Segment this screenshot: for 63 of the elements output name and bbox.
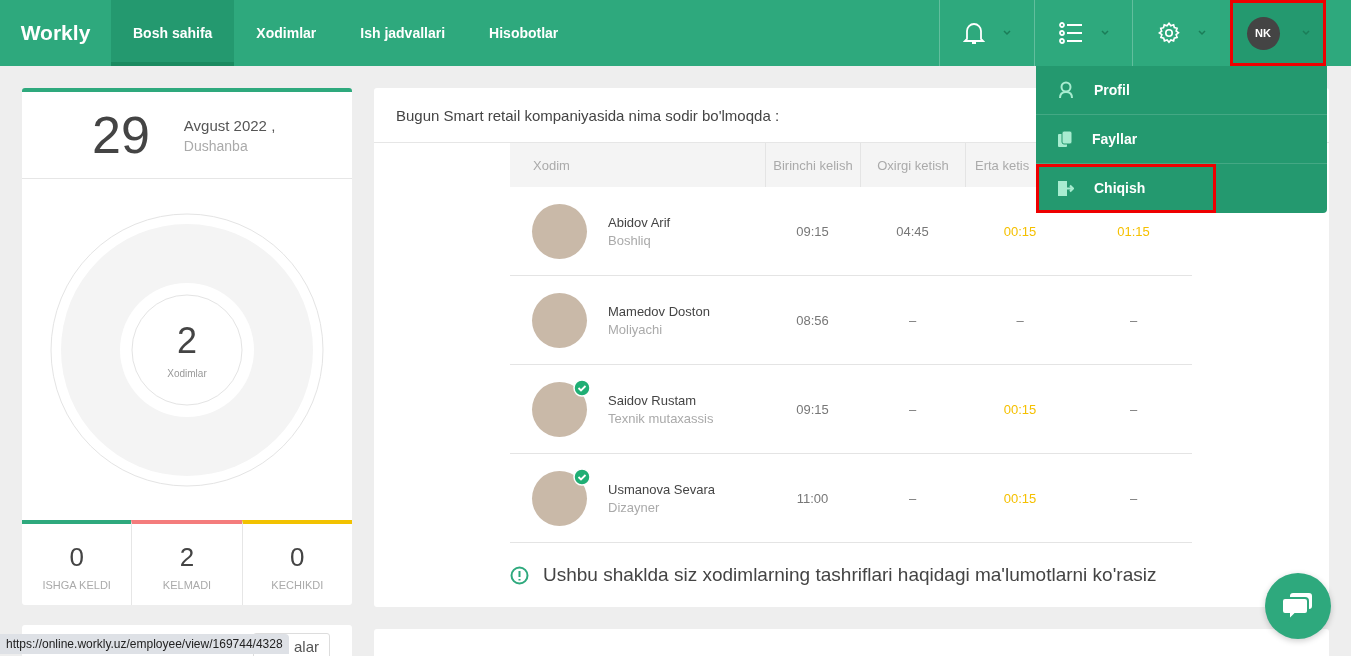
table-cell-text: – <box>907 312 918 328</box>
caret-icon <box>1197 30 1206 36</box>
bell-icon <box>963 21 985 45</box>
nav-tab[interactable]: Xodimlar <box>234 0 339 66</box>
url-tooltip: https://online.workly.uz/employee/view/169744/4328 <box>0 634 289 654</box>
table-cell-text: – <box>1015 312 1025 328</box>
employee-role: Texnik mutaxassis <box>608 410 714 426</box>
employee-name[interactable]: Mamedov Doston <box>608 303 710 319</box>
table-cell-text: – <box>907 490 918 506</box>
table-cell-text: – <box>1128 401 1139 417</box>
caret-icon <box>1003 30 1011 36</box>
stat-value: 2 <box>179 542 195 573</box>
stat-label: KECHIKDI <box>271 579 324 591</box>
employee-name[interactable]: Saidov Rustam <box>608 392 714 408</box>
menu-item[interactable]: Fayllar <box>1036 115 1327 164</box>
info-icon <box>510 565 529 585</box>
settings-icon <box>1157 22 1180 44</box>
caret-icon <box>1100 30 1109 36</box>
day-number: 29 <box>92 105 150 165</box>
nav-tab[interactable]: Bosh sahifa <box>111 0 235 66</box>
weekday: Dushanba <box>183 137 249 154</box>
person-icon <box>1058 81 1074 99</box>
table-cell-text: 11:00 <box>795 490 830 506</box>
stat-label: KELMADI <box>162 579 212 591</box>
logo[interactable]: Workly <box>0 0 111 66</box>
menu-item[interactable]: Profil <box>1036 66 1327 115</box>
table-cell-text: 00:15 <box>1002 223 1038 239</box>
table-cell-text: 01:15 <box>1116 223 1151 239</box>
employee-role: Moliyachi <box>608 321 664 337</box>
user-avatar: NK <box>1246 16 1280 50</box>
table-cell-text: 08:56 <box>795 312 830 328</box>
table-cell-text: 09:15 <box>795 223 830 239</box>
column-header: Oxirgi ketish <box>860 143 965 187</box>
employee-name[interactable]: Abidov Arif <box>608 214 671 230</box>
list-icon <box>1058 22 1083 44</box>
stat-label: ISHGA KELDI <box>42 579 111 591</box>
check-badge-icon <box>573 467 591 486</box>
employee-name[interactable]: Usmanova Sevara <box>608 481 715 497</box>
user-menu-button[interactable]: NK <box>1230 0 1326 66</box>
stat-value: 0 <box>69 542 84 573</box>
table-cell-text: – <box>1128 312 1139 328</box>
table-cell-text: 00:15 <box>1002 490 1038 506</box>
menu-item[interactable]: Chiqish <box>1036 164 1216 213</box>
table-cell-text: 00:15 <box>1002 401 1038 417</box>
employee-role: Boshliq <box>608 232 652 248</box>
total-label: Xodimlar <box>167 368 207 379</box>
table-cell-text: – <box>907 401 918 417</box>
column-header: Xodim <box>532 156 571 175</box>
exit-icon <box>1058 179 1074 197</box>
month-year: Avgust 2022 , <box>183 116 276 134</box>
caret-icon <box>1301 30 1310 36</box>
stat-value: 0 <box>290 542 305 573</box>
table-cell-text: 04:45 <box>895 223 930 239</box>
employee-role: Dizayner <box>608 499 661 515</box>
column-header: Birinchi kelish <box>765 143 860 187</box>
notice-text: Ushbu shaklda siz xodimlarning tashriflari haqidagi ma'lumotlarni ko'rasiz <box>543 564 1157 586</box>
total-count: 2 <box>177 320 197 362</box>
check-badge-icon <box>573 378 591 397</box>
nav-tab[interactable]: Ish jadvallari <box>338 0 468 66</box>
table-cell-text: – <box>1128 490 1139 506</box>
files-icon <box>1058 130 1072 148</box>
table-cell-text: 09:15 <box>795 401 830 417</box>
nav-tab[interactable]: Hisobotlar <box>467 0 581 66</box>
